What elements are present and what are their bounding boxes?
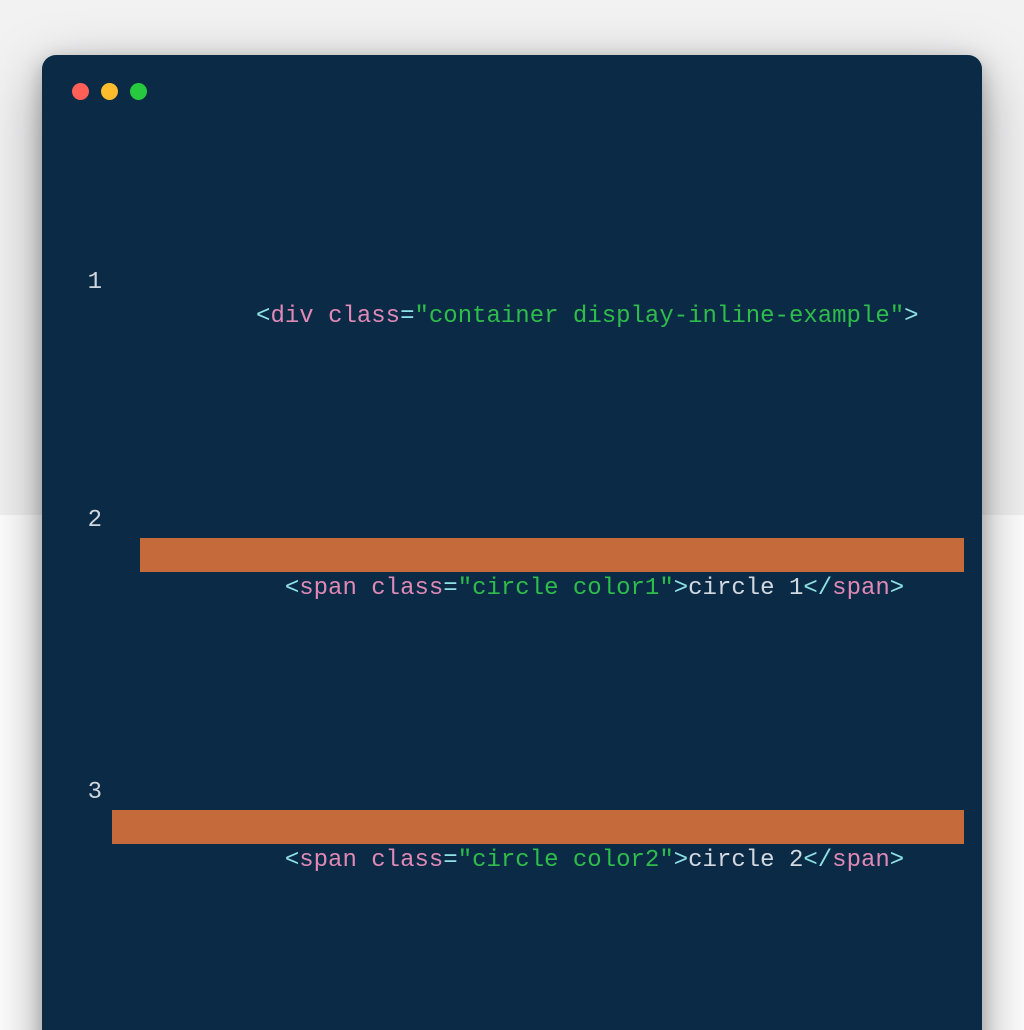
code-window: 1 <div class="container display-inline-e…: [42, 55, 982, 1030]
selection-highlight: [112, 810, 964, 844]
window-controls: [66, 79, 958, 130]
code-line: 3 <span class="circle color2">circle 2</…: [74, 776, 958, 912]
line-number: 3: [74, 776, 112, 912]
line-number: 1: [74, 266, 112, 368]
line-number: 2: [74, 504, 112, 640]
minimize-icon[interactable]: [101, 83, 118, 100]
zoom-icon[interactable]: [130, 83, 147, 100]
close-icon[interactable]: [72, 83, 89, 100]
selection-highlight: [140, 538, 964, 572]
code-line: 2 <span class="circle color1">circle 1</…: [74, 504, 958, 640]
code-block: 1 <div class="container display-inline-e…: [66, 130, 958, 1030]
code-line: 1 <div class="container display-inline-e…: [74, 266, 958, 368]
page-background: 1 <div class="container display-inline-e…: [0, 0, 1024, 515]
